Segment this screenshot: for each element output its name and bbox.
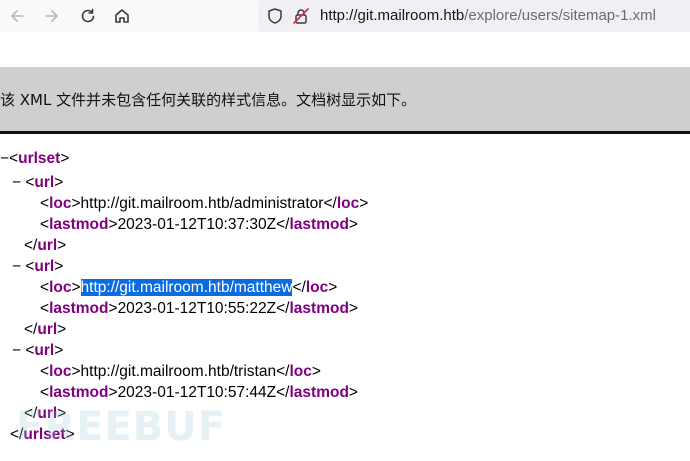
browser-toolbar: http://git.mailroom.htb/explore/users/si… [0,0,690,32]
arrow-left-icon [11,10,24,22]
tag-name: url [37,237,58,254]
url-open-line: − <url> [12,258,64,275]
loc-value[interactable]: http://git.mailroom.htb/administrator [81,195,324,212]
lastmod-value[interactable]: 2023-01-12T10:55:22Z [118,300,277,317]
insecure-lock-icon[interactable] [292,7,310,25]
tag-name: loc [49,279,72,296]
url-close-line: </url> [24,321,67,338]
forward-button[interactable] [40,4,64,28]
home-button[interactable] [110,4,134,28]
urlset-open-line: −<urlset> [0,150,70,167]
loc-line: <loc>http://git.mailroom.htb/matthew</lo… [40,279,338,296]
url-open-line: − <url> [12,342,64,359]
collapse-toggle[interactable]: − [0,150,9,167]
tag-name: lastmod [289,300,349,317]
collapse-toggle[interactable]: − [12,258,21,275]
tag-name: urlset [18,150,61,167]
tag-name: loc [305,279,329,296]
tag-name: url [37,321,58,338]
url-path: /explore/users/sitemap-1.xml [464,7,656,24]
collapse-toggle[interactable]: − [12,342,21,359]
lastmod-value[interactable]: 2023-01-12T10:57:44Z [118,384,277,401]
tag-name: lastmod [49,384,109,401]
lastmod-line: <lastmod>2023-01-12T10:37:30Z</lastmod> [40,216,358,233]
home-icon [115,9,129,23]
tag-name: lastmod [289,216,349,233]
arrow-right-icon [45,10,58,22]
tag-name: loc [336,195,360,212]
loc-line: <loc>http://git.mailroom.htb/administrat… [40,195,369,212]
tag-name: url [34,342,55,359]
shield-icon[interactable] [266,7,284,25]
tag-name: lastmod [49,216,109,233]
collapse-toggle[interactable]: − [12,174,21,191]
reload-button[interactable] [76,4,100,28]
url-text[interactable]: http://git.mailroom.htb/explore/users/si… [320,7,656,25]
xml-info-banner: 该 XML 文件并未包含任何关联的样式信息。文档树显示如下。 [0,67,690,134]
lastmod-line: <lastmod>2023-01-12T10:55:22Z</lastmod> [40,300,358,317]
url-host: http://git.mailroom.htb [320,7,465,24]
banner-message: 该 XML 文件并未包含任何关联的样式信息。文档树显示如下。 [0,91,417,109]
tag-name: lastmod [289,384,349,401]
back-button[interactable] [5,4,29,28]
url-open-line: − <url> [12,174,64,191]
address-bar[interactable]: http://git.mailroom.htb/explore/users/si… [258,0,690,32]
loc-value-selected[interactable]: http://git.mailroom.htb/matthew [80,279,293,296]
watermark: FREEBUF [16,404,227,450]
tag-name: loc [289,363,312,380]
tag-name: lastmod [49,300,109,317]
reload-icon [81,8,95,23]
tag-name: loc [49,195,72,212]
loc-line: <loc>http://git.mailroom.htb/tristan</lo… [40,363,321,380]
lastmod-line: <lastmod>2023-01-12T10:57:44Z</lastmod> [40,384,358,401]
loc-value[interactable]: http://git.mailroom.htb/tristan [81,363,277,380]
lastmod-value[interactable]: 2023-01-12T10:37:30Z [118,216,277,233]
url-close-line: </url> [24,237,67,254]
tag-name: loc [49,363,72,380]
tag-name: url [34,174,55,191]
tag-name: url [34,258,55,275]
